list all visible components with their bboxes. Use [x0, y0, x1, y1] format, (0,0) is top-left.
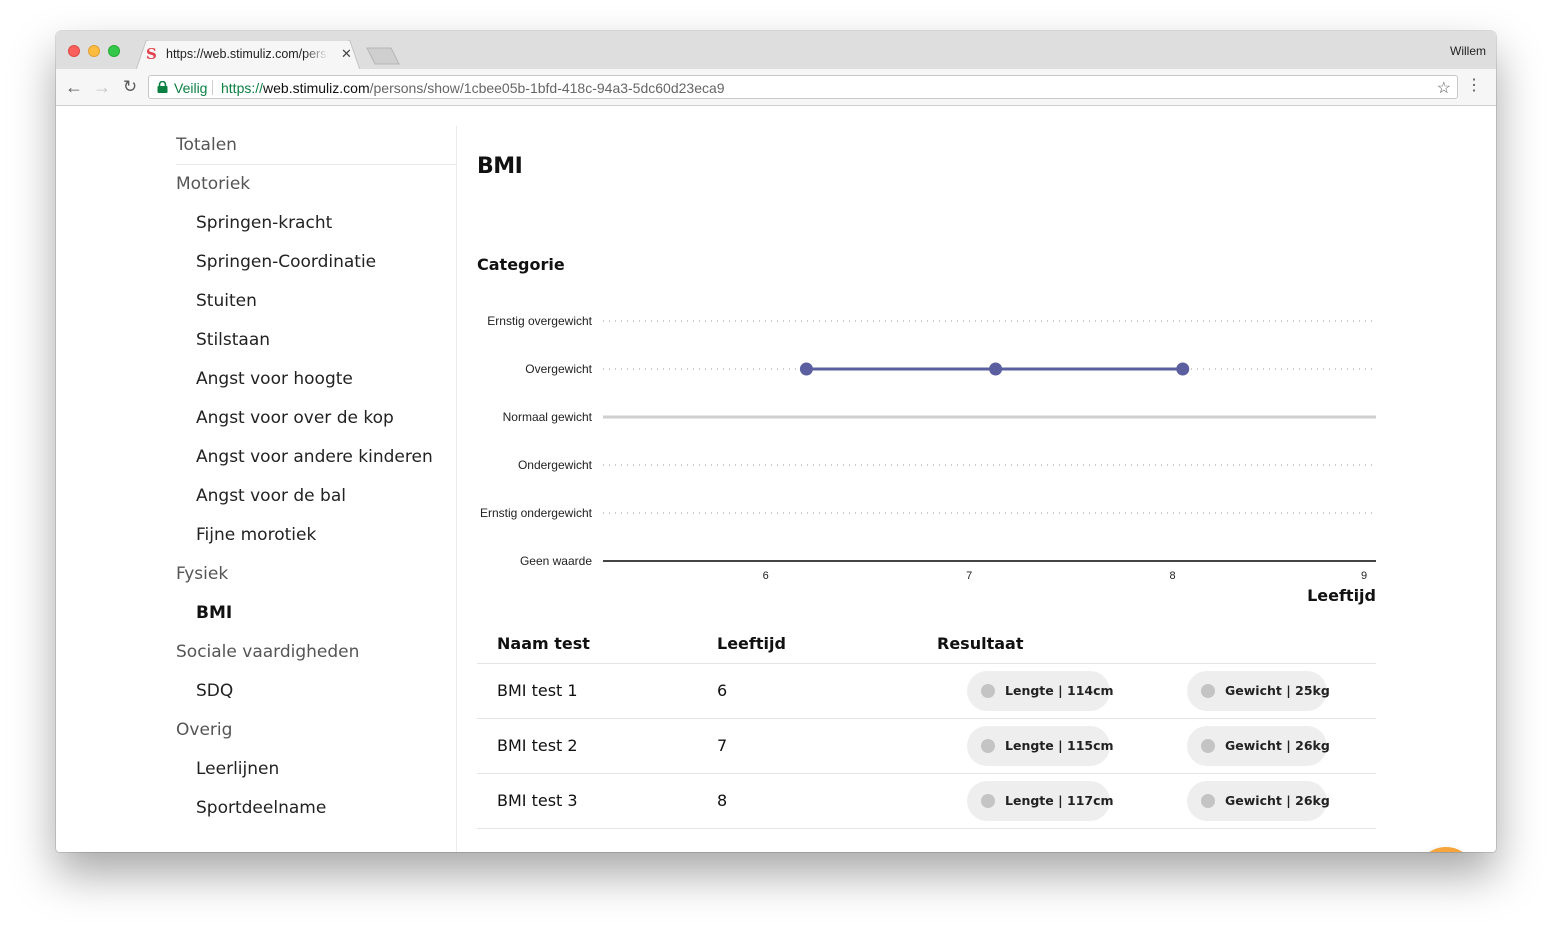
url-host: web.stimuliz.com	[263, 80, 370, 96]
test-age: 7	[717, 736, 728, 755]
x-tick-label: 7	[966, 570, 972, 582]
sidebar-item-sdq[interactable]: SDQ	[176, 672, 456, 711]
back-icon[interactable]: ←	[64, 77, 84, 97]
status-dot-icon	[981, 739, 995, 753]
sidebar-item-fysiek[interactable]: Fysiek	[176, 555, 456, 594]
sidebar-item-angst-andere-kinderen[interactable]: Angst voor andere kinderen	[176, 438, 456, 477]
chat-icon	[1416, 847, 1476, 852]
sidebar-item-sociale-vaardigheden[interactable]: Sociale vaardigheden	[176, 633, 456, 672]
profile-name[interactable]: Willem	[1450, 44, 1486, 58]
sidebar-item-motoriek[interactable]: Motoriek	[176, 165, 456, 204]
column-header-result: Resultaat	[937, 634, 1024, 653]
browser-tab[interactable]: S https://web.stimuliz.com/persons/show/…	[136, 40, 360, 70]
weight-value: Gewicht | 26kg	[1225, 738, 1330, 753]
new-tab-button[interactable]	[366, 47, 400, 65]
menu-icon[interactable]: ⋮	[1466, 78, 1482, 94]
status-dot-icon	[1201, 684, 1215, 698]
tab-bar: S https://web.stimuliz.com/persons/show/…	[56, 31, 1496, 70]
weight-badge: Gewicht | 26kg	[1187, 781, 1330, 821]
test-name: BMI test 2	[497, 736, 578, 755]
favicon-icon: S	[146, 45, 157, 63]
url-path: /persons/show/1cbee05b-1bfd-418c-94a3-5d…	[369, 80, 725, 96]
weight-badge: Gewicht | 26kg	[1187, 726, 1330, 766]
chat-button[interactable]	[1416, 847, 1476, 852]
data-point-bmi	[799, 362, 813, 376]
test-name: BMI test 1	[497, 681, 578, 700]
y-tick-label: Ondergewicht	[518, 458, 593, 472]
close-icon[interactable]: ✕	[341, 46, 352, 62]
status-dot-icon	[1201, 794, 1215, 808]
table-row: BMI test 1 6 Lengte | 114cm Gewicht | 25…	[477, 664, 1376, 719]
minimize-window-button[interactable]	[88, 45, 100, 57]
sidebar-item-angst-over-de-kop[interactable]: Angst voor over de kop	[176, 399, 456, 438]
weight-value: Gewicht | 26kg	[1225, 793, 1330, 808]
test-age: 8	[717, 791, 728, 810]
data-point-bmi	[1176, 362, 1190, 376]
length-badge: Lengte | 115cm	[967, 726, 1114, 766]
weight-value: Gewicht | 25kg	[1225, 683, 1330, 698]
tab-title: https://web.stimuliz.com/persons/show/1c…	[166, 47, 328, 61]
sidebar-item-fijne-motoriek[interactable]: Fijne morotiek	[176, 516, 456, 555]
bmi-chart: Ernstig overgewicht Overgewicht Normaal ge…	[480, 314, 1376, 605]
sidebar-item-angst-bal[interactable]: Angst voor de bal	[176, 477, 456, 516]
y-tick-label: Normaal gewicht	[503, 410, 593, 424]
length-value: Lengte | 117cm	[1005, 793, 1114, 808]
x-axis-label: Leeftijd	[1307, 586, 1376, 605]
sidebar-divider	[456, 126, 457, 852]
close-window-button[interactable]	[68, 45, 80, 57]
x-tick-label: 6	[763, 570, 769, 582]
status-dot-icon	[1201, 739, 1215, 753]
sidebar-item-angst-hoogte[interactable]: Angst voor hoogte	[176, 360, 456, 399]
sidebar-item-overig[interactable]: Overig	[176, 711, 456, 750]
table-header: Naam test Leeftijd Resultaat	[477, 621, 1376, 664]
sidebar-item-springen-kracht[interactable]: Springen-kracht	[176, 204, 456, 243]
table-row: BMI test 2 7 Lengte | 115cm Gewicht | 26…	[477, 719, 1376, 774]
url-text[interactable]: https://web.stimuliz.com/persons/show/1c…	[221, 80, 725, 96]
x-tick-label: 9	[1361, 570, 1367, 582]
length-badge: Lengte | 114cm	[967, 671, 1114, 711]
lock-icon	[157, 81, 168, 93]
reload-icon[interactable]: ↻	[120, 77, 140, 97]
browser-toolbar: ← → ↻ Veilig https://web.stimuliz.com/pe…	[56, 69, 1496, 106]
length-value: Lengte | 114cm	[1005, 683, 1114, 698]
sidebar-item-leerlijnen[interactable]: Leerlijnen	[176, 750, 456, 789]
column-header-age: Leeftijd	[717, 634, 786, 653]
sidebar-item-totalen[interactable]: Totalen	[176, 126, 456, 165]
length-badge: Lengte | 117cm	[967, 781, 1114, 821]
length-value: Lengte | 115cm	[1005, 738, 1114, 753]
weight-badge: Gewicht | 25kg	[1187, 671, 1330, 711]
y-tick-label: Ernstig overgewicht	[487, 314, 592, 328]
star-icon[interactable]: ☆	[1437, 78, 1451, 98]
page-title: BMI	[477, 154, 523, 179]
sidebar-item-bmi[interactable]: BMI	[176, 594, 456, 633]
chart-y-axis-label: Categorie	[477, 255, 565, 274]
results-table: Naam test Leeftijd Resultaat BMI test 1 …	[477, 621, 1376, 829]
sidebar-item-sportdeelname[interactable]: Sportdeelname	[176, 789, 456, 828]
browser-window: S https://web.stimuliz.com/persons/show/…	[56, 31, 1496, 852]
test-age: 6	[717, 681, 728, 700]
omnibox-separator	[212, 80, 213, 95]
page-content: Totalen Motoriek Springen-kracht Springe…	[56, 106, 1496, 852]
y-tick-label: Overgewicht	[525, 362, 592, 376]
x-tick-label: 8	[1170, 570, 1176, 582]
status-dot-icon	[981, 794, 995, 808]
column-header-name: Naam test	[497, 634, 590, 653]
test-name: BMI test 3	[497, 791, 578, 810]
data-point-bmi	[989, 362, 1003, 376]
y-tick-label: Ernstig ondergewicht	[480, 506, 593, 520]
sidebar: Totalen Motoriek Springen-kracht Springe…	[176, 126, 456, 828]
maximize-window-button[interactable]	[108, 45, 120, 57]
table-row: BMI test 3 8 Lengte | 117cm Gewicht | 26…	[477, 774, 1376, 829]
status-dot-icon	[981, 684, 995, 698]
url-scheme: https://	[221, 80, 264, 96]
sidebar-item-stilstaan[interactable]: Stilstaan	[176, 321, 456, 360]
address-bar[interactable]: Veilig https://web.stimuliz.com/persons/…	[148, 75, 1458, 99]
secure-label: Veilig	[174, 80, 208, 96]
sidebar-item-stuiten[interactable]: Stuiten	[176, 282, 456, 321]
forward-icon[interactable]: →	[92, 77, 112, 97]
sidebar-item-springen-coordinatie[interactable]: Springen-Coordinatie	[176, 243, 456, 282]
y-tick-label: Geen waarde	[520, 554, 592, 568]
